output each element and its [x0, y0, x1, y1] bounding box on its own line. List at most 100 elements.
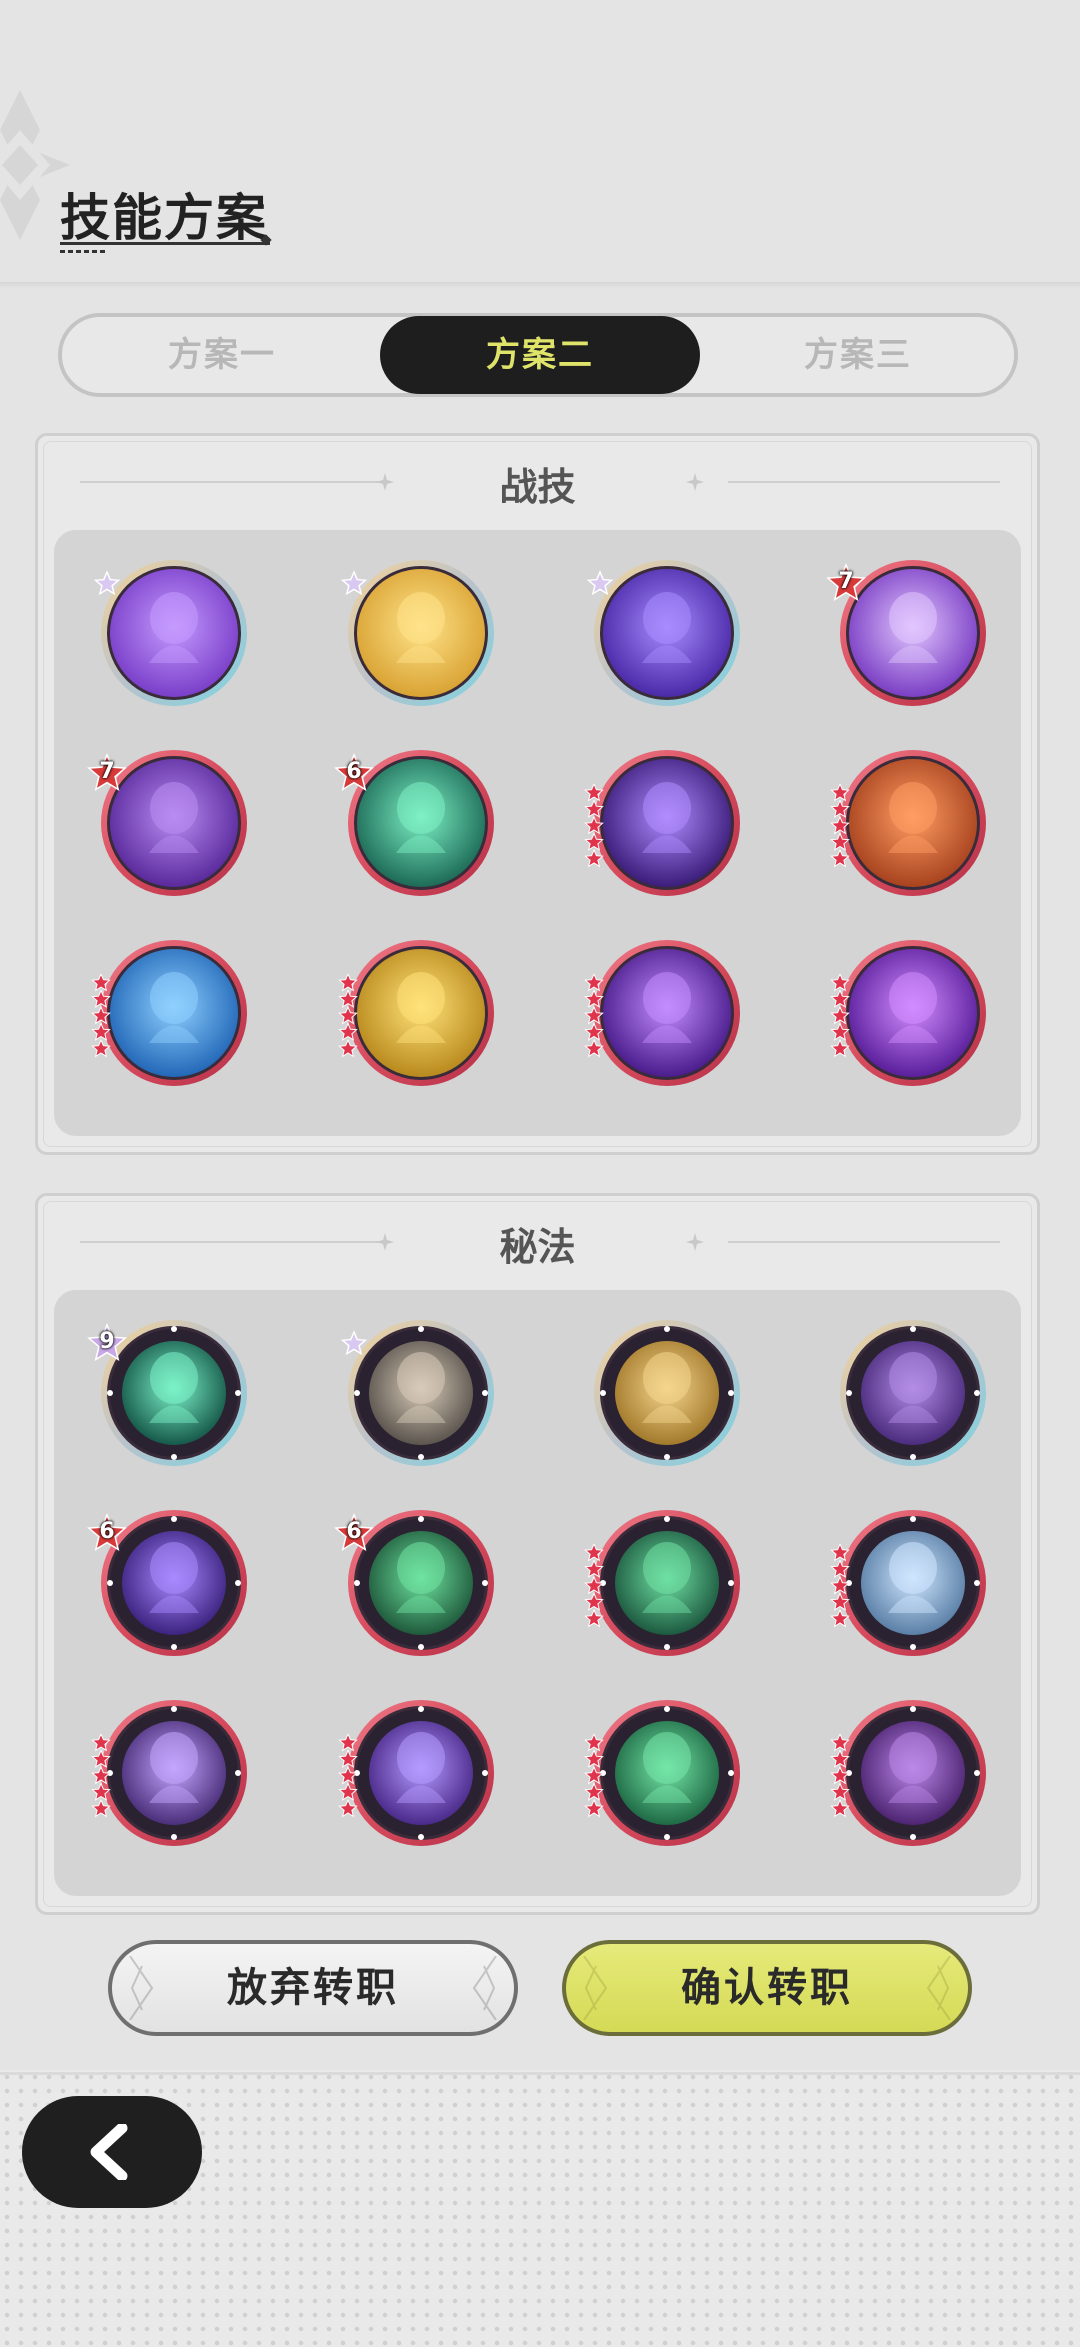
skill-slot[interactable]: 9 [87, 1318, 249, 1468]
rank-star [584, 1734, 604, 1752]
rank-star [584, 815, 604, 835]
rank-star [584, 1592, 604, 1611]
rank-stars-icon [584, 1734, 604, 1818]
rank-star [830, 989, 850, 1008]
rank-stars-icon [91, 1734, 111, 1818]
star-badge-icon [93, 570, 121, 596]
golden-heal-cross-skill-icon [348, 940, 494, 1086]
rank-star [830, 1765, 850, 1785]
chevron-left-icon [90, 2124, 128, 2180]
skill-slot[interactable]: 7 [826, 558, 988, 708]
skill-slot[interactable] [91, 1698, 249, 1848]
skill-slot[interactable] [584, 1508, 742, 1658]
rank-star [584, 832, 604, 851]
skill-slot[interactable]: 6 [87, 1508, 249, 1658]
rank-star [338, 1022, 358, 1041]
skill-slot[interactable] [584, 1698, 742, 1848]
confirm-class-change-button[interactable]: 确认转职 [562, 1940, 972, 2036]
abandon-label: 放弃转职 [227, 1965, 399, 2011]
back-button[interactable] [22, 2096, 202, 2208]
skill-slot[interactable] [830, 938, 988, 1088]
rank-star [830, 1559, 850, 1578]
skill-slot[interactable] [340, 1318, 496, 1468]
rank-star [584, 1798, 604, 1818]
combat-skills-panel: 战技 7 7 6 [35, 433, 1040, 1155]
star-badge-icon [586, 570, 614, 596]
skill-slot[interactable] [592, 1318, 742, 1468]
rank-stars-icon [338, 1734, 358, 1818]
skill-grid: 7 7 6 [54, 530, 1021, 1136]
rank-star [830, 1575, 850, 1595]
level-badge-number: 6 [99, 1519, 115, 1544]
rank-star [830, 1749, 850, 1768]
skill-slot[interactable] [584, 748, 742, 898]
abandon-class-change-button[interactable]: 放弃转职 [108, 1940, 518, 2036]
skill-slot[interactable] [91, 938, 249, 1088]
rank-star [584, 1765, 604, 1785]
rank-star [584, 1608, 604, 1628]
sparkle-icon [686, 473, 704, 491]
rank-star [584, 1782, 604, 1801]
rank-star [584, 989, 604, 1008]
star-badge-icon [340, 1330, 368, 1356]
rank-star [830, 1734, 850, 1752]
tab-plan-two[interactable]: 方案二 [380, 316, 700, 394]
rank-star [830, 848, 850, 868]
rank-star [830, 784, 850, 802]
button-ornament-icon [129, 1956, 154, 2020]
divider [0, 2072, 1080, 2075]
rank-star [584, 784, 604, 802]
rank-star [830, 832, 850, 851]
plan-tabs: 方案一 方案二 方案三 [58, 313, 1018, 397]
skill-slot[interactable] [830, 1698, 988, 1848]
level-badge-number: 9 [99, 1329, 115, 1354]
skill-slot[interactable] [584, 938, 742, 1088]
blue-beast-skill-icon [101, 940, 247, 1086]
green-winged-emblem-secret-icon [594, 1700, 740, 1846]
rank-stars-icon [830, 974, 850, 1058]
golden-figure-secret-icon [594, 1320, 740, 1466]
rank-star [584, 799, 604, 818]
skill-slot[interactable] [93, 558, 249, 708]
rank-star [830, 799, 850, 818]
rank-stars-icon [91, 974, 111, 1058]
skill-slot[interactable]: 7 [87, 748, 249, 898]
purple-swirl-secret-icon [840, 1700, 986, 1846]
skill-slot[interactable] [338, 938, 496, 1088]
rank-star [584, 1022, 604, 1041]
rank-star [338, 1798, 358, 1818]
skill-slot[interactable]: 6 [334, 748, 496, 898]
skill-slot[interactable] [830, 748, 988, 898]
skill-slot[interactable] [838, 1318, 988, 1468]
rank-star [830, 1608, 850, 1628]
rank-star [91, 1005, 111, 1025]
star-badge-icon [340, 570, 368, 596]
rank-stars-icon [830, 1734, 850, 1818]
rank-star [338, 1765, 358, 1785]
tab-plan-three[interactable]: 方案三 [698, 317, 1018, 393]
rank-star [338, 1005, 358, 1025]
header: 技能方案 [0, 0, 1080, 285]
rank-star [91, 1022, 111, 1041]
skill-slot[interactable] [586, 558, 742, 708]
skill-slot[interactable] [340, 558, 496, 708]
skill-slot[interactable] [338, 1698, 496, 1848]
green-sparkle-secret-icon [594, 1510, 740, 1656]
button-ornament-icon [583, 1956, 608, 2020]
rank-star [338, 974, 358, 992]
rank-star [584, 1575, 604, 1595]
purple-figure-up-secret-icon [101, 1700, 247, 1846]
rank-star [338, 989, 358, 1008]
rank-stars-icon [830, 784, 850, 868]
tab-plan-one[interactable]: 方案一 [62, 317, 382, 393]
skill-slot[interactable]: 6 [334, 1508, 496, 1658]
level-badge-number: 6 [346, 759, 362, 784]
rank-star [91, 1765, 111, 1785]
skill-slot[interactable] [830, 1508, 988, 1658]
rank-star [830, 1798, 850, 1818]
rank-star [91, 974, 111, 992]
purple-flex-arm-secret-icon [840, 1320, 986, 1466]
rank-star [830, 815, 850, 835]
panel-title: 秘法 [499, 1225, 576, 1269]
rank-star [584, 974, 604, 992]
